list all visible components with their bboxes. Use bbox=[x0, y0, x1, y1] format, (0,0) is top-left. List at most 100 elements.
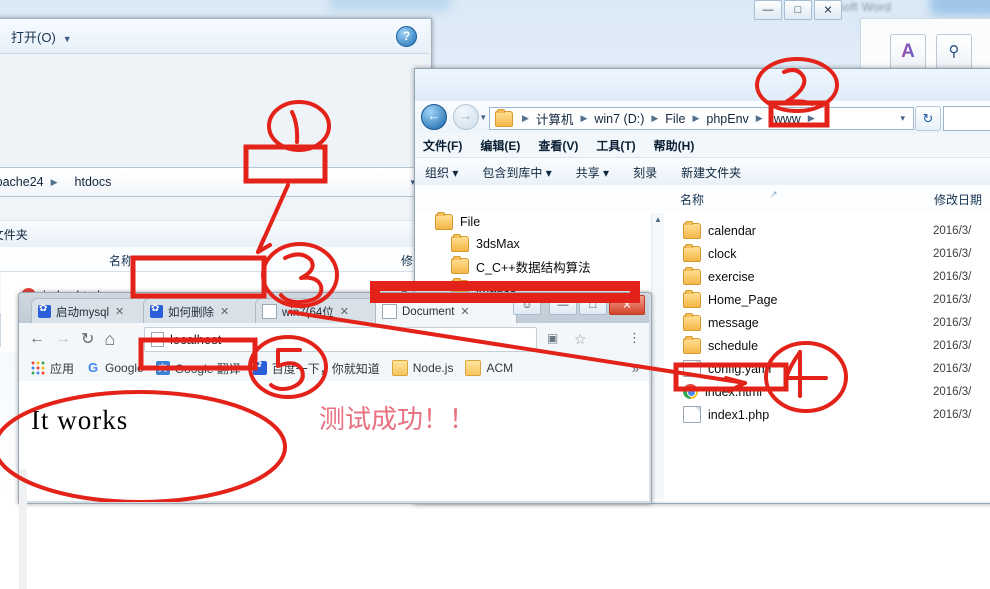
close-glyph: ✕ bbox=[622, 299, 632, 312]
menu-view[interactable]: 查看(V) bbox=[538, 137, 578, 154]
file-date: 2016/3/ bbox=[933, 224, 972, 237]
folder-icon bbox=[683, 312, 701, 331]
maximize-button[interactable]: □ bbox=[579, 295, 607, 315]
home-icon[interactable]: ⌂ bbox=[104, 329, 115, 350]
table-row[interactable]: index1.php 2016/3/ bbox=[665, 403, 990, 426]
cmd-include-library[interactable]: 包含到库中 ▾ bbox=[482, 164, 551, 181]
reload-icon[interactable]: ↻ bbox=[81, 329, 94, 349]
right-explorer-titlebar[interactable] bbox=[415, 69, 990, 101]
cmd-organize[interactable]: 组织 ▾ bbox=[425, 164, 458, 181]
close-button[interactable]: ✕ bbox=[814, 0, 842, 20]
minimize-button[interactable]: — bbox=[754, 0, 782, 20]
bookmarks-overflow-icon[interactable]: » bbox=[632, 361, 639, 376]
history-dropdown-icon[interactable]: ▾ bbox=[481, 112, 486, 123]
tree-item-3dsmax[interactable]: 3dsMax bbox=[415, 233, 665, 255]
right-address-bar[interactable]: ▶ 计算机 ▶ win7 (D:) ▶ File ▶ phpEnv ▶ www … bbox=[489, 107, 914, 130]
scroll-up-icon[interactable]: ▲ bbox=[654, 215, 662, 224]
page-scrollbar[interactable] bbox=[19, 469, 27, 589]
bookmark-acm[interactable]: ACM bbox=[465, 360, 513, 376]
right-file-list[interactable]: calendar 2016/3/ clock 2016/3/ exercise … bbox=[665, 211, 990, 501]
menu-edit[interactable]: 编辑(E) bbox=[480, 137, 520, 154]
minimize-button[interactable]: — bbox=[549, 295, 577, 315]
table-row[interactable]: config.yaml 2016/3/ bbox=[665, 357, 990, 380]
refresh-icon[interactable]: ↻ bbox=[915, 106, 941, 131]
cmd-new-folder[interactable]: 新建文件夹 bbox=[681, 164, 741, 181]
column-name[interactable]: 名称 bbox=[109, 252, 133, 269]
cmd-burn[interactable]: 刻录 bbox=[633, 164, 657, 181]
cmd-share[interactable]: 共享 ▾ bbox=[576, 164, 609, 181]
bookmark-baidu[interactable]: 百度一下，你就知道 bbox=[252, 359, 380, 377]
address-dropdown-icon[interactable]: ▾ bbox=[900, 113, 905, 124]
left-explorer-window[interactable]: 打开(O) ▼ ? in7 (D:) ▶ File ▶ phpEnv ▶ Apac… bbox=[0, 18, 432, 352]
word-window-controls[interactable]: — □ ✕ bbox=[752, 0, 842, 20]
breadcrumb-phpenv[interactable]: phpEnv bbox=[704, 112, 750, 126]
bookmark-apps[interactable]: 应用 bbox=[31, 360, 74, 377]
table-row[interactable]: clock 2016/3/ bbox=[665, 242, 990, 265]
chrome-browser-window[interactable]: 启动mysql ✕ 如何删除 ✕ win7(64位 ✕ Document ✕ ☺… bbox=[18, 292, 652, 589]
chrome-menu-icon[interactable]: ⋮ bbox=[628, 330, 641, 346]
tab-ruhe-shanchu[interactable]: 如何删除 ✕ bbox=[143, 298, 265, 324]
sort-indicator-icon: ↗ bbox=[770, 189, 778, 199]
right-command-bar[interactable]: 组织 ▾ 包含到库中 ▾ 共享 ▾ 刻录 新建文件夹 bbox=[415, 157, 990, 187]
bookmark-label: Node.js bbox=[412, 361, 454, 375]
breadcrumb-file[interactable]: File bbox=[663, 112, 687, 126]
find-icon[interactable]: ⚲ bbox=[936, 34, 972, 70]
user-avatar-icon[interactable]: ☺ bbox=[513, 295, 541, 315]
column-modified[interactable]: 修 bbox=[401, 252, 413, 269]
tab-qidong-mysql[interactable]: 启动mysql ✕ bbox=[31, 298, 153, 324]
extension-icon[interactable]: ▣ bbox=[547, 331, 558, 345]
menu-file[interactable]: 文件(F) bbox=[423, 137, 462, 154]
tree-item-ccpp[interactable]: C_C++数据结构算法 bbox=[415, 255, 665, 277]
breadcrumb-computer[interactable]: 计算机 bbox=[534, 109, 576, 128]
tree-item-file[interactable]: File bbox=[415, 211, 665, 233]
maximize-button[interactable]: □ bbox=[784, 0, 812, 20]
table-row[interactable]: index.html 2016/3/ bbox=[665, 380, 990, 403]
browser-window-controls[interactable]: ☺ — □ ✕ bbox=[511, 295, 645, 315]
breadcrumb-htdocs[interactable]: htdocs bbox=[73, 175, 114, 189]
right-nav-scrollbar[interactable]: ▲ bbox=[651, 213, 664, 499]
file-name: Home_Page bbox=[708, 292, 778, 307]
help-icon[interactable]: ? bbox=[396, 26, 417, 47]
table-row[interactable]: calendar 2016/3/ bbox=[665, 219, 990, 242]
table-row[interactable]: message 2016/3/ bbox=[665, 311, 990, 334]
right-menu-bar[interactable]: 文件(F) 编辑(E) 查看(V) 工具(T) 帮助(H) bbox=[415, 133, 990, 157]
table-row[interactable]: exercise 2016/3/ bbox=[665, 265, 990, 288]
forward-icon[interactable]: → bbox=[55, 330, 71, 348]
close-icon[interactable]: ✕ bbox=[220, 305, 229, 318]
table-row[interactable]: schedule 2016/3/ bbox=[665, 334, 990, 357]
column-name[interactable]: 名称 bbox=[680, 191, 704, 208]
forward-button[interactable]: → bbox=[453, 104, 479, 130]
folder-icon bbox=[391, 360, 408, 376]
file-date: 2016/3/ bbox=[933, 362, 972, 375]
bookmark-google[interactable]: G Google bbox=[86, 361, 144, 376]
file-name: message bbox=[708, 315, 759, 330]
table-row[interactable]: Home_Page 2016/3/ bbox=[665, 288, 990, 311]
breadcrumb-www[interactable]: www bbox=[772, 112, 803, 126]
omnibox-input[interactable]: localhost bbox=[144, 327, 537, 352]
back-icon[interactable]: ← bbox=[29, 330, 45, 348]
left-command-bar[interactable]: 库中 ▾ 共享 ▾ 刻录 新建文件夹 bbox=[0, 220, 429, 248]
left-address-bar[interactable]: in7 (D:) ▶ File ▶ phpEnv ▶ Apache24 ▶ ht… bbox=[0, 167, 429, 197]
tab-document[interactable]: Document ✕ bbox=[375, 298, 517, 324]
page-viewport: It works 测试成功！！ bbox=[19, 381, 649, 589]
cmd-new-folder[interactable]: 新建文件夹 bbox=[0, 226, 28, 243]
close-button[interactable]: ✕ bbox=[609, 295, 645, 315]
bookmark-star-icon[interactable]: ☆ bbox=[574, 331, 587, 348]
column-modified[interactable]: 修改日期 bbox=[934, 191, 982, 208]
bookmark-google-translate[interactable]: 文 Google 翻译 bbox=[155, 360, 241, 377]
close-icon[interactable]: ✕ bbox=[340, 305, 349, 318]
breadcrumb-drive[interactable]: win7 (D:) bbox=[592, 112, 646, 126]
text-effects-icon[interactable]: A bbox=[890, 34, 926, 70]
left-column-headers: 名称 修 bbox=[0, 247, 429, 272]
back-button[interactable]: ← bbox=[421, 104, 447, 130]
close-icon[interactable]: ✕ bbox=[115, 305, 124, 318]
menu-tools[interactable]: 工具(T) bbox=[596, 137, 635, 154]
left-menu-bar[interactable]: 查看(V) 工具(T) 帮助(H) bbox=[0, 197, 429, 219]
bookmark-nodejs[interactable]: Node.js bbox=[391, 360, 454, 376]
close-icon[interactable]: ✕ bbox=[460, 305, 469, 318]
breadcrumb-apache24[interactable]: Apache24 bbox=[0, 175, 46, 189]
tab-win7-64[interactable]: win7(64位 ✕ bbox=[255, 298, 385, 324]
menu-help[interactable]: 帮助(H) bbox=[654, 137, 695, 154]
search-input[interactable] bbox=[943, 106, 990, 131]
open-button[interactable]: 打开(O) ▼ bbox=[11, 27, 72, 46]
